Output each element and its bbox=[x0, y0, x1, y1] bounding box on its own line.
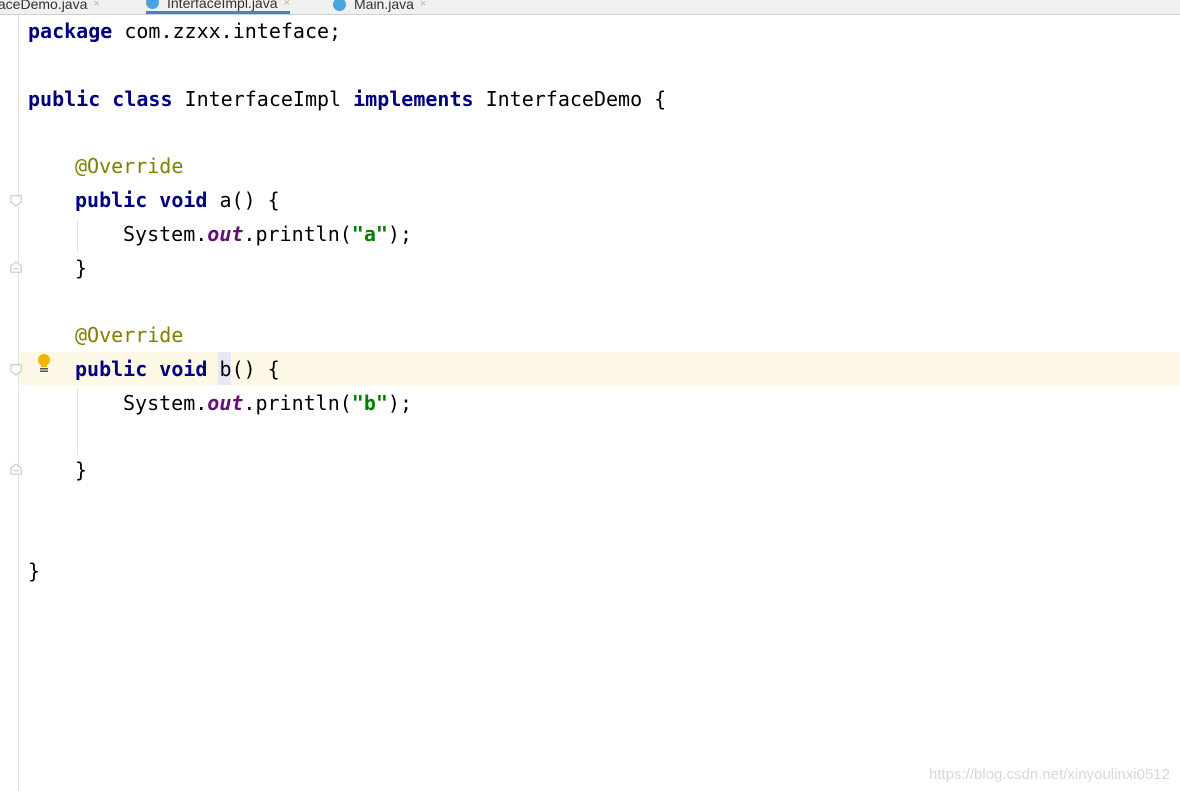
code-line-close-class[interactable]: } bbox=[28, 555, 40, 588]
lightbulb-icon[interactable] bbox=[37, 354, 51, 374]
indent-guide bbox=[77, 220, 78, 253]
code-line-override-b[interactable]: @Override bbox=[75, 319, 183, 352]
close-tab-icon[interactable]: × bbox=[284, 0, 290, 9]
code-line-method-b[interactable]: public void b() { bbox=[75, 353, 280, 386]
code-line-println-a[interactable]: System.out.println("a"); bbox=[123, 218, 412, 251]
close-tab-icon[interactable]: × bbox=[93, 0, 99, 10]
fold-marker-icon[interactable] bbox=[10, 195, 22, 207]
code-line-method-a[interactable]: public void a() { bbox=[75, 184, 280, 217]
java-class-icon bbox=[333, 0, 346, 11]
code-line-class-decl[interactable]: public class InterfaceImpl implements In… bbox=[28, 83, 666, 116]
java-class-icon bbox=[146, 0, 159, 9]
editor-gutter[interactable] bbox=[0, 15, 19, 791]
code-line-close-b[interactable]: } bbox=[75, 454, 87, 487]
watermark: https://blog.csdn.net/xinyoulinxi0512 bbox=[929, 766, 1170, 783]
fold-marker-icon[interactable] bbox=[10, 261, 22, 273]
fold-marker-icon[interactable] bbox=[10, 463, 22, 475]
code-line-println-b[interactable]: System.out.println("b"); bbox=[123, 387, 412, 420]
indent-guide bbox=[77, 388, 78, 455]
tab-label: faceDemo.java bbox=[0, 0, 88, 12]
tab-interfacedemo[interactable]: faceDemo.java × bbox=[0, 0, 100, 14]
code-line-package[interactable]: package com.zzxx.inteface; bbox=[28, 15, 341, 48]
code-line-close-a[interactable]: } bbox=[75, 252, 87, 285]
tab-label: InterfaceImpl.java bbox=[167, 0, 278, 11]
editor-tab-bar: faceDemo.java × InterfaceImpl.java × Mai… bbox=[0, 0, 1180, 15]
close-tab-icon[interactable]: × bbox=[420, 0, 426, 10]
fold-marker-icon[interactable] bbox=[10, 364, 22, 376]
tab-main[interactable]: Main.java × bbox=[333, 0, 426, 14]
tab-interfaceimpl[interactable]: InterfaceImpl.java × bbox=[146, 0, 290, 14]
tab-label: Main.java bbox=[354, 0, 414, 12]
code-line-override-a[interactable]: @Override bbox=[75, 150, 183, 183]
